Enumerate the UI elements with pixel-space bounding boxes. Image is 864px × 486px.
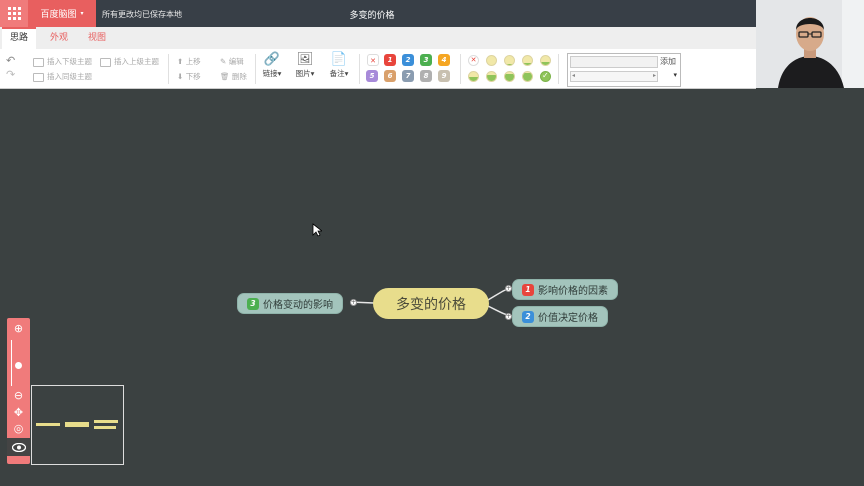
progress-icon[interactable] bbox=[504, 71, 515, 82]
minimap-node bbox=[36, 423, 60, 426]
navigator-toggle-button[interactable] bbox=[7, 438, 30, 456]
resource-panel: 添加 ◂ ▸ ▾ bbox=[567, 53, 681, 87]
priority-5-icon[interactable]: 5 bbox=[366, 70, 378, 82]
progress-icon[interactable]: ✓ bbox=[540, 71, 551, 82]
progress-icon[interactable] bbox=[468, 71, 479, 82]
topic-label: 价格变动的影响 bbox=[263, 300, 333, 311]
ribbon-tabs: 思路 外观 视图 bbox=[0, 27, 756, 50]
save-status: 所有更改均已保存本地 bbox=[102, 10, 182, 19]
expander-plus-icon[interactable]: + bbox=[350, 299, 357, 306]
tab-appearance[interactable]: 外观 bbox=[42, 27, 76, 49]
zoom-slider-track[interactable] bbox=[11, 340, 12, 386]
apps-grid-icon bbox=[7, 7, 21, 20]
progress-icon[interactable] bbox=[522, 55, 533, 66]
move-up-button[interactable]: ⬆ 上移 bbox=[177, 56, 201, 67]
root-topic-label: 多变的价格 bbox=[396, 296, 466, 313]
arrow-down-icon: ⬇ bbox=[177, 72, 184, 81]
topic-label: 影响价格的因素 bbox=[538, 286, 608, 297]
chevron-down-icon: ▾ bbox=[310, 69, 315, 78]
priority-7-icon[interactable]: 7 bbox=[402, 70, 414, 82]
priority-6-icon[interactable]: 6 bbox=[384, 70, 396, 82]
brand-menu-button[interactable]: 百度脑图 ▾ bbox=[28, 0, 96, 27]
chevron-down-icon[interactable]: ▾ bbox=[673, 71, 677, 79]
pencil-icon: ✎ bbox=[220, 57, 227, 66]
root-topic[interactable]: 多变的价格 bbox=[373, 288, 489, 319]
locate-root-icon[interactable]: ◎ bbox=[11, 422, 26, 435]
toolbar-divider bbox=[255, 54, 256, 84]
edit-button[interactable]: ✎ 编辑 bbox=[220, 56, 244, 67]
progress-icon[interactable] bbox=[486, 55, 497, 66]
move-down-button[interactable]: ⬇ 下移 bbox=[177, 71, 201, 82]
mouse-cursor-icon bbox=[312, 223, 322, 237]
progress-icon[interactable] bbox=[486, 71, 497, 82]
priority-9-icon[interactable]: 9 bbox=[438, 70, 450, 82]
add-resource-button[interactable]: 添加 bbox=[660, 56, 676, 67]
image-icon: 🖼 bbox=[296, 52, 314, 67]
redo-icon[interactable]: ↷ bbox=[6, 68, 15, 81]
priority-2-icon: 2 bbox=[522, 310, 534, 323]
minimap-node bbox=[94, 426, 116, 429]
chevron-left-icon[interactable]: ◂ bbox=[572, 72, 575, 79]
zoom-slider-handle[interactable] bbox=[15, 362, 22, 369]
move-canvas-icon[interactable]: ✥ bbox=[11, 406, 26, 419]
tab-view[interactable]: 视图 bbox=[80, 27, 114, 49]
chevron-down-icon: ▾ bbox=[80, 10, 84, 17]
topic-node[interactable]: 2 价值决定价格 bbox=[512, 306, 608, 327]
note-button[interactable]: 📄 备注▾ bbox=[326, 52, 352, 79]
person-video-icon bbox=[756, 0, 864, 88]
insert-child-button[interactable]: 插入下级主题 bbox=[33, 56, 92, 67]
priority-1-icon: 1 bbox=[522, 283, 534, 296]
topic-node[interactable]: 3 价格变动的影响 bbox=[237, 293, 343, 314]
zoom-in-icon[interactable]: ⊕ bbox=[11, 322, 26, 335]
priority-3-icon: 3 bbox=[247, 297, 259, 310]
chevron-down-icon: ▾ bbox=[277, 69, 282, 78]
progress-icon[interactable] bbox=[522, 71, 533, 82]
expander-plus-icon[interactable]: + bbox=[505, 313, 512, 320]
brand-label: 百度脑图 bbox=[40, 10, 77, 20]
topic-node[interactable]: 1 影响价格的因素 bbox=[512, 279, 618, 300]
insert-sibling-button[interactable]: 插入同级主题 bbox=[33, 71, 92, 82]
tab-ideas[interactable]: 思路 bbox=[2, 27, 37, 50]
insert-parent-icon bbox=[100, 57, 111, 67]
eye-icon bbox=[11, 442, 26, 452]
top-bar: 百度脑图 ▾ 所有更改均已保存本地 多变的价格 bbox=[0, 0, 756, 27]
insert-parent-button[interactable]: 插入上级主题 bbox=[100, 56, 159, 67]
toolbar-divider bbox=[168, 54, 169, 84]
toolbar-divider bbox=[558, 54, 559, 84]
webcam-overlay bbox=[756, 0, 864, 88]
toolbar-divider bbox=[359, 54, 360, 84]
zoom-out-icon[interactable]: ⊖ bbox=[11, 389, 26, 402]
delete-button[interactable]: 🗑 删除 bbox=[220, 71, 247, 82]
trash-icon: 🗑 bbox=[220, 72, 230, 81]
progress-icon[interactable] bbox=[540, 55, 551, 66]
document-title[interactable]: 多变的价格 bbox=[340, 8, 404, 21]
expander-plus-icon[interactable]: + bbox=[505, 285, 512, 292]
topic-label: 价值决定价格 bbox=[538, 313, 598, 324]
chevron-right-icon[interactable]: ▸ bbox=[653, 72, 656, 79]
priority-2-icon[interactable]: 2 bbox=[402, 54, 414, 66]
clear-progress-icon[interactable]: ✕ bbox=[468, 55, 479, 66]
priority-8-icon[interactable]: 8 bbox=[420, 70, 432, 82]
resource-scrollbar[interactable]: ◂ ▸ bbox=[570, 71, 658, 82]
insert-child-icon bbox=[33, 57, 44, 67]
progress-icon[interactable] bbox=[504, 55, 515, 66]
arrow-up-icon: ⬆ bbox=[177, 57, 184, 66]
chevron-down-icon: ▾ bbox=[344, 69, 349, 78]
toolbar-divider bbox=[460, 54, 461, 84]
image-button[interactable]: 🖼 图片▾ bbox=[292, 52, 318, 79]
insert-sibling-icon bbox=[33, 72, 44, 82]
note-icon: 📄 bbox=[330, 52, 348, 67]
link-button[interactable]: 🔗 链接▾ bbox=[260, 52, 284, 79]
resource-input[interactable] bbox=[570, 56, 658, 68]
navigator-minimap[interactable] bbox=[31, 385, 124, 465]
priority-1-icon[interactable]: 1 bbox=[384, 54, 396, 66]
clear-priority-icon[interactable]: ✕ bbox=[367, 54, 379, 66]
minimap-node bbox=[65, 422, 89, 427]
priority-4-icon[interactable]: 4 bbox=[438, 54, 450, 66]
minimap-node bbox=[94, 420, 118, 423]
link-icon: 🔗 bbox=[263, 52, 281, 67]
priority-3-icon[interactable]: 3 bbox=[420, 54, 432, 66]
undo-icon[interactable]: ↶ bbox=[6, 54, 15, 67]
apps-menu-button[interactable] bbox=[0, 0, 28, 27]
